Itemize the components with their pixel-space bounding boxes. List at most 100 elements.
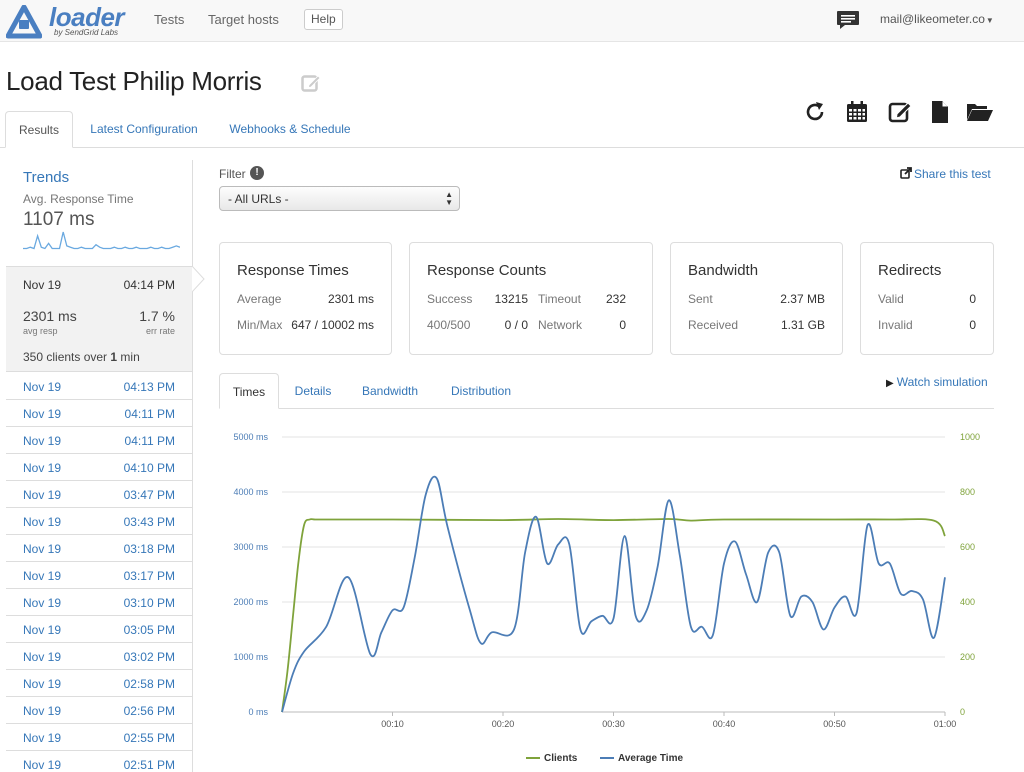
y-left-tick-label: 4000 ms [233,487,268,497]
chart-tabs: Times Details Bandwidth Distribution [219,373,994,409]
run-date: Nov 19 [23,488,62,502]
run-list-item[interactable]: Nov 19 03:17 PM [6,562,192,589]
y-right-tick-label: 800 [960,487,975,497]
run-list-item[interactable]: Nov 19 03:47 PM [6,481,192,508]
bandwidth-title: Bandwidth [688,262,759,279]
tab-details[interactable]: Details [285,373,341,409]
trend-sparkline [23,231,180,250]
user-menu[interactable]: mail@likeometer.co▼ [880,12,994,26]
run-time: 03:43 PM [123,515,175,529]
run-list-item[interactable]: Nov 19 04:10 PM [6,454,192,481]
edit-title-icon[interactable] [301,73,321,93]
sparkline-line [23,231,180,250]
legend-label[interactable]: Clients [544,753,578,764]
help-button[interactable]: Help [304,9,343,30]
run-list-item[interactable]: Nov 19 04:11 PM [6,400,192,427]
run-list-item[interactable]: Nov 19 02:55 PM [6,724,192,751]
redirects-card: Redirects Valid 0 Invalid 0 [860,242,994,355]
run-time: 02:58 PM [123,677,175,691]
run-list-item[interactable]: Nov 19 03:43 PM [6,508,192,535]
response-counts-card: Response Counts Success 13215 Timeout 23… [409,242,653,355]
network-value: 0 [619,318,626,332]
x-tick-label: 00:50 [823,719,846,729]
tab-times[interactable]: Times [219,373,279,409]
logo-icon [6,5,42,39]
run-time: 03:17 PM [123,569,175,583]
times-chart[interactable]: 0 ms 1000 ms 2000 ms 3000 ms 4000 ms 5000 ms 0… [210,420,1010,770]
y-left-tick-label: 1000 ms [233,652,268,662]
chat-icon[interactable] [836,10,860,30]
selected-err-rate: 1.7 % [139,308,175,324]
sent-label: Sent [688,292,713,306]
selected-avg-resp: 2301 ms [23,308,77,324]
run-list-item[interactable]: Nov 19 03:18 PM [6,535,192,562]
y-right-tick-label: 1000 [960,432,980,442]
file-icon[interactable] [928,100,952,124]
tab-bandwidth[interactable]: Bandwidth [353,373,427,409]
tab-results[interactable]: Results [5,111,73,148]
run-date: Nov 19 [23,380,62,394]
run-time: 03:18 PM [123,542,175,556]
logo[interactable]: loader by SendGrid Labs [6,2,126,39]
run-list-item[interactable]: Nov 19 03:05 PM [6,616,192,643]
y-left-tick-label: 5000 ms [233,432,268,442]
refresh-icon[interactable] [803,100,827,124]
run-time: 04:11 PM [124,434,175,448]
tab-webhooks-schedule[interactable]: Webhooks & Schedule [218,111,362,148]
y-right-tick-label: 200 [960,652,975,662]
clients-suffix: min [117,350,140,364]
run-date: Nov 19 [23,407,62,421]
calendar-icon[interactable] [845,100,869,124]
y-right-tick-label: 400 [960,597,975,607]
run-list-item[interactable]: Nov 19 02:58 PM [6,670,192,697]
selected-run-date: Nov 19 [23,278,62,292]
run-time: 02:55 PM [123,731,175,745]
info-icon[interactable]: ! [250,166,264,180]
average-value: 2301 ms [327,292,374,306]
run-list-item[interactable]: Nov 19 03:10 PM [6,589,192,616]
selected-err-rate-label: err rate [145,326,175,336]
y-right-tick-label: 600 [960,542,975,552]
response-times-title: Response Times [237,262,349,279]
share-test-label: Share this test [914,167,991,181]
run-date: Nov 19 [23,704,62,718]
timeout-value: 232 [605,292,626,306]
run-list-item[interactable]: Nov 19 02:56 PM [6,697,192,724]
run-time: 03:10 PM [123,596,175,610]
share-test-link[interactable]: Share this test [900,167,991,181]
watch-simulation-link[interactable]: ▶ Watch simulation [886,375,988,389]
run-time: 03:05 PM [123,623,175,637]
run-date: Nov 19 [23,731,62,745]
tab-distribution[interactable]: Distribution [441,373,521,409]
url-filter-select[interactable]: - All URLs - ▲ ▼ [219,186,460,211]
run-time: 02:51 PM [123,758,175,772]
y-left-tick-label: 0 ms [248,707,268,717]
y-left-tick-label: 2000 ms [233,597,268,607]
run-list-item[interactable]: Nov 19 03:02 PM [6,643,192,670]
filter-label: Filter [219,167,246,181]
url-filter-value: - All URLs - [228,192,289,206]
folder-open-icon[interactable] [966,100,994,124]
bandwidth-card: Bandwidth Sent 2.37 MB Received 1.31 GB [670,242,843,355]
caret-down-icon: ▼ [985,16,994,25]
nav-target-hosts-link[interactable]: Target hosts [208,12,279,27]
network-label: Network [538,318,583,332]
run-list-item[interactable]: Nov 19 04:11 PM [6,427,192,454]
tab-latest-configuration[interactable]: Latest Configuration [80,111,208,148]
minmax-value: 647 / 10002 ms [291,318,374,332]
main-tabs: Results Latest Configuration Webhooks & … [0,111,1024,148]
errors-4xx-5xx-label: 400/500 [427,318,471,332]
edit-icon[interactable] [888,100,912,124]
trends-subtitle: Avg. Response Time [23,192,134,206]
redirects-title: Redirects [878,262,942,279]
run-date: Nov 19 [23,623,62,637]
trends-title[interactable]: Trends [23,169,69,186]
legend-label[interactable]: Average Time [618,753,683,764]
nav-tests-link[interactable]: Tests [154,12,184,27]
selected-run[interactable]: Nov 19 04:14 PM 2301 ms avg resp 1.7 % e… [6,266,192,372]
run-list-item[interactable]: Nov 19 04:13 PM [6,373,192,400]
x-tick-label: 00:10 [381,719,404,729]
run-list-item[interactable]: Nov 19 02:51 PM [6,751,192,772]
run-time: 03:02 PM [123,650,175,664]
selected-run-time: 04:14 PM [123,278,175,292]
